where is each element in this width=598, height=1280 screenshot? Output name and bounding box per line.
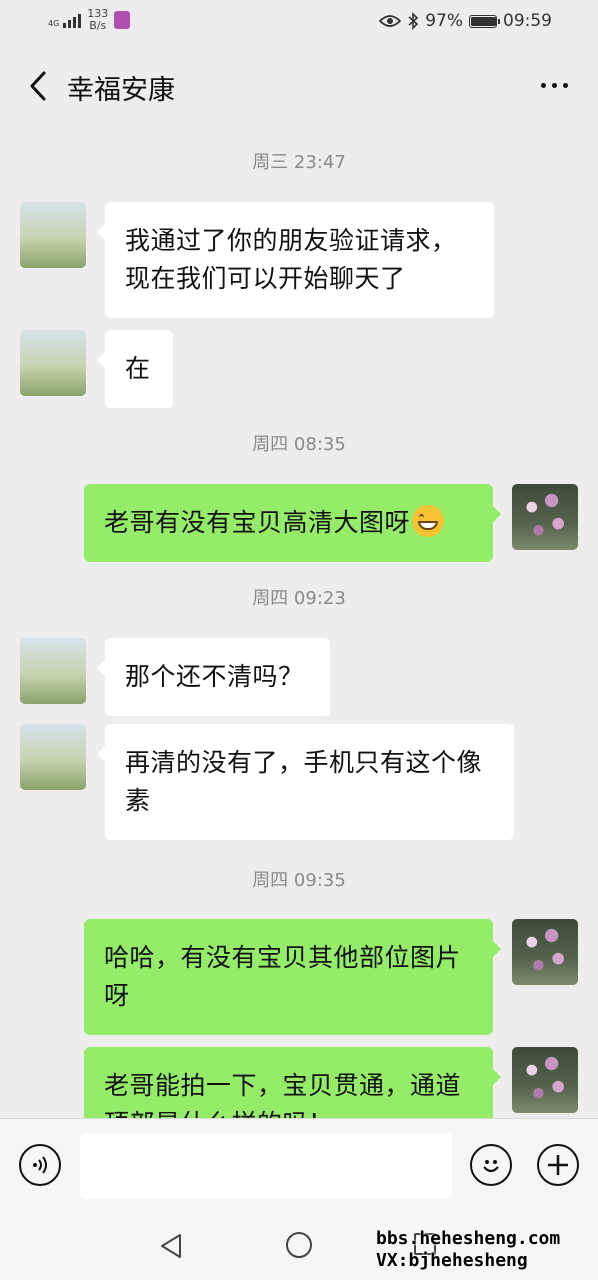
net-speed: 133 B/s xyxy=(87,8,108,32)
status-bar: 4G 133 B/s 97% 09:59 xyxy=(0,0,598,44)
chat-header: 幸福安康 xyxy=(0,44,598,126)
message-bubble-out[interactable]: 哈哈，有没有宝贝其他部位图片呀 xyxy=(84,919,501,1035)
bluetooth-icon xyxy=(408,12,419,30)
nav-home-icon[interactable] xyxy=(286,1232,312,1258)
message-bubble-in[interactable]: 那个还不清吗？ xyxy=(97,638,330,716)
message-input[interactable] xyxy=(80,1133,452,1199)
more-button[interactable] xyxy=(534,68,574,102)
back-button[interactable] xyxy=(18,66,58,106)
timestamp: 周四 08:35 xyxy=(252,434,346,455)
input-bar xyxy=(0,1118,598,1213)
chevron-left-icon xyxy=(30,71,46,101)
add-button[interactable] xyxy=(537,1144,579,1186)
my-avatar[interactable] xyxy=(512,919,578,985)
timestamp: 周四 09:35 xyxy=(252,870,346,891)
app-notification-icon xyxy=(114,11,131,29)
watermark: bbs.hehesheng.com VX:bjhehesheng xyxy=(376,1228,560,1272)
battery-icon xyxy=(469,14,500,28)
emoji-button[interactable] xyxy=(470,1144,512,1186)
status-right: 97% 09:59 xyxy=(379,11,552,31)
contact-avatar[interactable] xyxy=(20,724,86,790)
contact-avatar[interactable] xyxy=(20,202,86,268)
net-speed-unit: B/s xyxy=(89,19,107,32)
message-bubble-in[interactable]: 我通过了你的朋友验证请求，现在我们可以开始聊天了 xyxy=(97,202,494,318)
plus-icon xyxy=(548,1155,568,1175)
voice-button[interactable] xyxy=(19,1144,61,1186)
more-dot xyxy=(562,82,568,88)
signal-icon: 4G xyxy=(48,12,82,28)
contact-avatar[interactable] xyxy=(20,638,86,704)
message-text: 老哥有没有宝贝高清大图呀 xyxy=(104,508,411,537)
more-dot xyxy=(551,82,557,88)
my-avatar[interactable] xyxy=(512,1047,578,1113)
timestamp: 周四 09:23 xyxy=(252,588,346,609)
timestamp: 周三 23:47 xyxy=(252,152,346,173)
contact-avatar[interactable] xyxy=(20,330,86,396)
battery-fill xyxy=(471,16,497,26)
network-type: 4G xyxy=(48,19,60,28)
message-bubble-out[interactable]: 老哥有没有宝贝高清大图呀 xyxy=(84,484,501,562)
grinning-face-icon xyxy=(412,505,445,537)
message-bubble-in[interactable]: 在 xyxy=(97,330,173,408)
status-left: 4G 133 B/s xyxy=(48,8,131,32)
watermark-line1: bbs.hehesheng.com xyxy=(376,1228,561,1249)
message-bubble-out[interactable]: 老哥能拍一下，宝贝贯通，通道顶部是什么样的吗！ xyxy=(84,1047,501,1118)
eye-icon xyxy=(379,15,402,27)
nav-back-icon[interactable] xyxy=(158,1232,184,1260)
message-list[interactable]: 周三 23:47 我通过了你的朋友验证请求，现在我们可以开始聊天了 在 周四 0… xyxy=(0,126,598,1118)
my-avatar[interactable] xyxy=(512,484,578,550)
voice-icon xyxy=(33,1156,47,1174)
emoji-icon xyxy=(483,1160,499,1173)
message-bubble-in[interactable]: 再清的没有了，手机只有这个像素 xyxy=(97,724,514,840)
battery-percent: 97% xyxy=(425,11,463,31)
more-dots-icon xyxy=(540,82,546,88)
watermark-line2: VX:bjhehesheng xyxy=(376,1250,528,1271)
clock: 09:59 xyxy=(503,11,552,31)
chat-title: 幸福安康 xyxy=(67,75,175,106)
